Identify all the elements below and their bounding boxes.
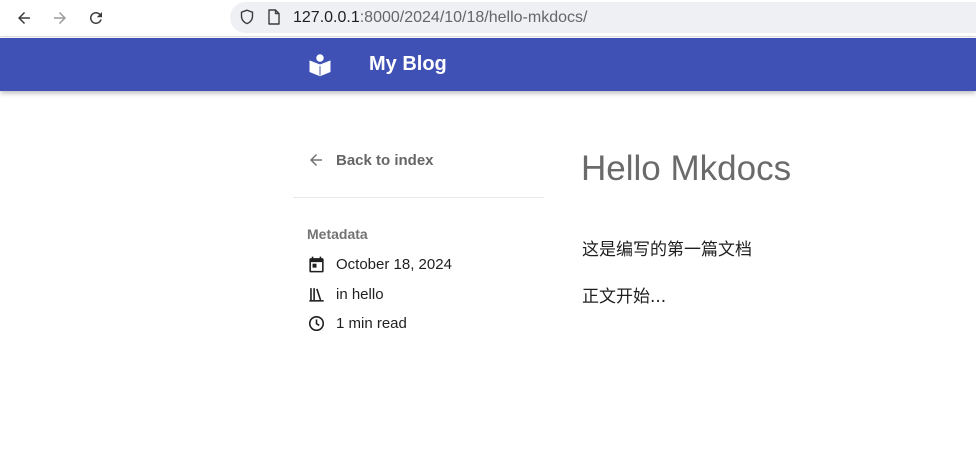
browser-toolbar: 127.0.0.1:8000/2024/10/18/hello-mkdocs/ (0, 0, 976, 37)
url-host: 127.0.0.1 (293, 9, 360, 26)
arrow-left-icon (18, 12, 30, 24)
meta-read-time-text: 1 min read (336, 314, 407, 332)
browser-back-button[interactable] (10, 4, 38, 32)
arrow-right-icon (54, 12, 66, 24)
calendar-icon (309, 256, 324, 272)
back-to-index-label: Back to index (336, 151, 434, 169)
article-title: Hello Mkdocs (581, 149, 792, 188)
meta-category[interactable]: in hello (307, 283, 384, 305)
meta-category-text: in hello (336, 285, 384, 303)
books-icon (309, 287, 324, 302)
page-icon (268, 9, 280, 25)
article-paragraph: 这是编写的第一篇文档 (582, 240, 752, 260)
reload-icon (89, 11, 102, 24)
clock-icon (308, 315, 325, 331)
book-reader-icon[interactable] (306, 51, 334, 79)
browser-forward-button[interactable] (46, 4, 74, 32)
sidebar-divider (293, 197, 544, 198)
back-to-index-link[interactable]: Back to index (307, 149, 434, 171)
browser-reload-button[interactable] (82, 4, 110, 32)
shield-icon (240, 9, 254, 25)
address-bar[interactable]: 127.0.0.1:8000/2024/10/18/hello-mkdocs/ (230, 2, 976, 33)
url-text[interactable]: 127.0.0.1:8000/2024/10/18/hello-mkdocs/ (293, 9, 587, 27)
site-title[interactable]: My Blog (369, 52, 447, 76)
arrow-left-icon (310, 154, 322, 166)
meta-read-time: 1 min read (307, 312, 407, 334)
site-header: My Blog (0, 38, 976, 91)
article-paragraph: 正文开始... (582, 287, 667, 307)
url-path: :8000/2024/10/18/hello-mkdocs/ (359, 9, 588, 26)
metadata-heading: Metadata (307, 226, 368, 242)
meta-date-text: October 18, 2024 (336, 255, 452, 273)
meta-date: October 18, 2024 (307, 253, 452, 275)
